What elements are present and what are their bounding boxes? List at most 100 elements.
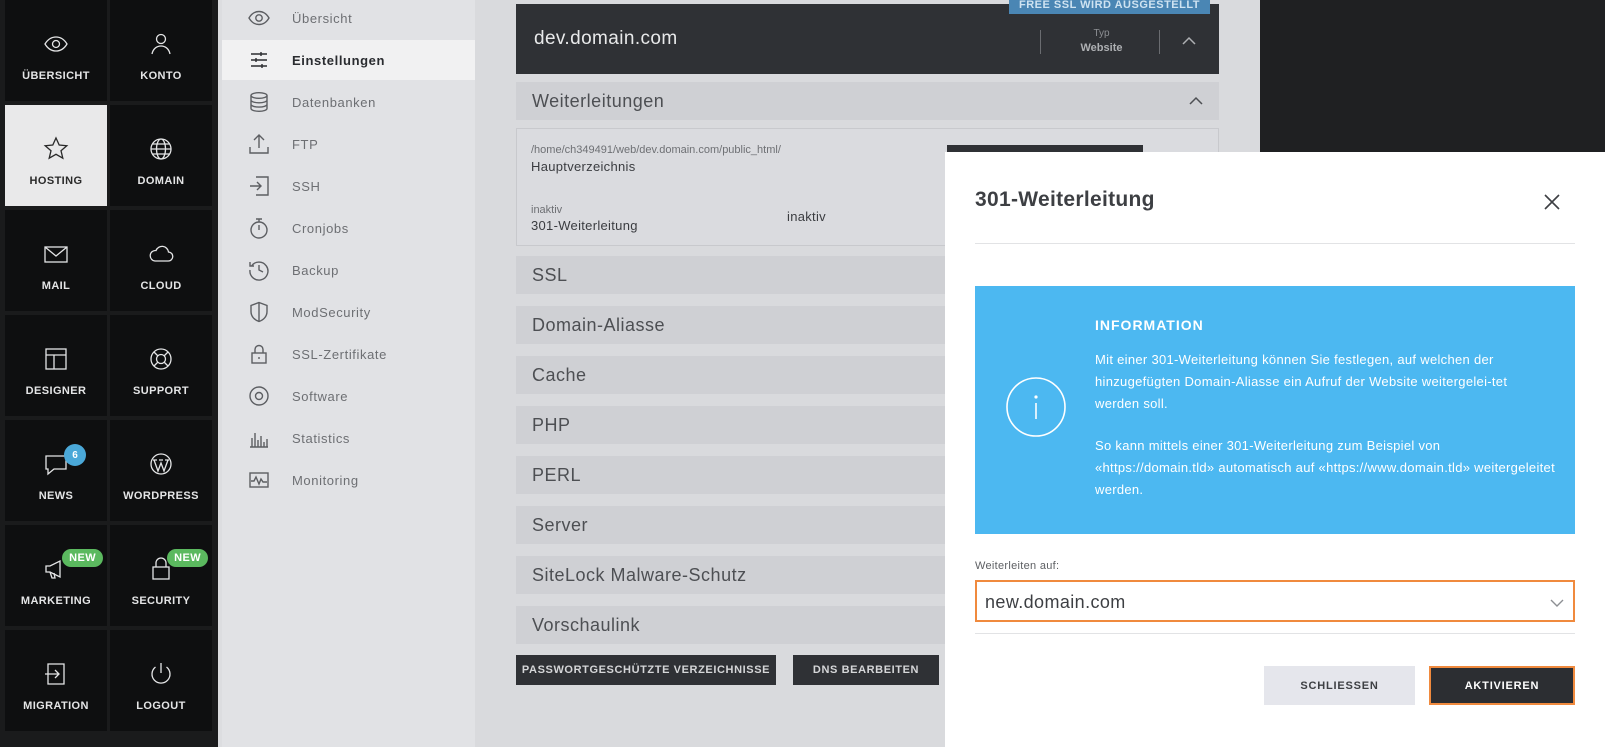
chevron-down-icon <box>1549 595 1565 611</box>
submenu-label: Cronjobs <box>292 220 349 236</box>
tile-label: SUPPORT <box>133 385 189 397</box>
submenu-item-datenbanken[interactable]: Datenbanken <box>222 82 475 122</box>
star-icon <box>42 135 70 163</box>
login-icon <box>248 175 270 197</box>
submenu-item-ftp[interactable]: FTP <box>222 124 475 164</box>
redirect-name: 301-Weiterleitung <box>531 218 638 233</box>
info-text-2: So kann mittels einer 301-Weiterleitung … <box>1095 438 1555 497</box>
section-title: Server <box>532 514 589 535</box>
tile-domain[interactable]: DOMAIN <box>110 105 212 206</box>
app-root: ÜBERSICHT KONTO HOSTING DOMAIN MAIL CLOU… <box>0 0 1605 747</box>
info-box: INFORMATION Mit einer 301-Weiterleitung … <box>975 286 1575 534</box>
tile-marketing[interactable]: MARKETING NEW <box>5 525 107 626</box>
redirect-modal: 301-Weiterleitung INFORMATION Mit einer … <box>945 152 1605 747</box>
new-badge: NEW <box>167 549 208 567</box>
submenu-item-software[interactable]: Software <box>222 376 475 416</box>
lifebuoy-icon <box>147 345 175 373</box>
section-title: Weiterleitungen <box>532 90 665 111</box>
submenu-label: ModSecurity <box>292 304 371 320</box>
certificate-lock-icon <box>248 343 270 365</box>
divider <box>1159 30 1160 54</box>
layout-icon <box>42 345 70 373</box>
domain-header: dev.domain.com Typ Website <box>516 4 1219 74</box>
submenu-item-monitoring[interactable]: Monitoring <box>222 460 475 500</box>
eye-icon <box>248 7 270 29</box>
redirect-status: inaktiv <box>787 209 826 224</box>
divider <box>1040 30 1041 54</box>
mail-icon <box>42 240 70 268</box>
submenu-item-ssh[interactable]: SSH <box>222 166 475 206</box>
tile-konto[interactable]: KONTO <box>110 0 212 101</box>
type-value: Website <box>1080 42 1123 54</box>
tile-mail[interactable]: MAIL <box>5 210 107 311</box>
tile-logout[interactable]: LOGOUT <box>110 630 212 731</box>
domain-name: dev.domain.com <box>534 28 678 49</box>
section-title: SiteLock Malware-Schutz <box>532 564 747 585</box>
tile-uebersicht[interactable]: ÜBERSICHT <box>5 0 107 101</box>
activate-button[interactable]: AKTIVIEREN <box>1429 666 1575 705</box>
submenu-item-cronjobs[interactable]: Cronjobs <box>222 208 475 248</box>
news-count-badge: 6 <box>64 444 86 466</box>
migration-icon <box>42 660 70 688</box>
dns-edit-button[interactable]: DNS BEARBEITEN <box>793 655 939 685</box>
tile-label: MARKETING <box>20 595 92 607</box>
close-icon[interactable] <box>1542 192 1562 212</box>
submenu-label: Einstellungen <box>292 52 386 68</box>
submenu-item-modsecurity[interactable]: ModSecurity <box>222 292 475 332</box>
submenu-label: Statistics <box>292 430 351 446</box>
chevron-up-icon <box>1187 92 1205 110</box>
tile-label: KONTO <box>140 70 182 82</box>
submenu-item-ssl-zertifikate[interactable]: SSL-Zertifikate <box>222 334 475 374</box>
tile-support[interactable]: SUPPORT <box>110 315 212 416</box>
bar-chart-icon <box>248 427 270 449</box>
protected-directories-button[interactable]: PASSWORTGESCHÜTZTE VERZEICHNISSE <box>516 655 776 685</box>
wordpress-icon <box>147 450 175 478</box>
section-title: Vorschaulink <box>532 614 641 635</box>
tile-security[interactable]: SECURITY NEW <box>110 525 212 626</box>
main-tile-nav: ÜBERSICHT KONTO HOSTING DOMAIN MAIL CLOU… <box>0 0 218 747</box>
submenu-item-backup[interactable]: Backup <box>222 250 475 290</box>
redirect-target-label: Weiterleiten auf: <box>975 560 1060 572</box>
redirect-main-label: Hauptverzeichnis <box>531 159 636 174</box>
stopwatch-icon <box>248 217 270 239</box>
tile-migration[interactable]: MIGRATION <box>5 630 107 731</box>
submenu-label: Übersicht <box>292 10 353 26</box>
modal-title: 301-Weiterleitung <box>975 188 1155 211</box>
eye-icon <box>42 30 70 58</box>
info-text-1: Mit einer 301-Weiterleitung können Sie f… <box>1095 352 1508 411</box>
info-icon <box>1005 376 1067 438</box>
redirect-target-select[interactable]: new.domain.com <box>975 580 1575 622</box>
section-title: Domain-Aliasse <box>532 314 666 335</box>
submenu-label: Datenbanken <box>292 94 376 110</box>
upload-icon <box>248 133 270 155</box>
type-label: Typ <box>1093 28 1110 39</box>
submenu-item-statistics[interactable]: Statistics <box>222 418 475 458</box>
hosting-submenu: Übersicht Einstellungen Datenbanken FTP … <box>222 0 475 747</box>
globe-icon <box>147 135 175 163</box>
power-icon <box>147 660 175 688</box>
tile-cloud[interactable]: CLOUD <box>110 210 212 311</box>
submenu-item-einstellungen[interactable]: Einstellungen <box>222 40 475 80</box>
tile-label: DOMAIN <box>137 175 185 187</box>
section-weiterleitungen[interactable]: Weiterleitungen <box>516 82 1219 120</box>
tile-label: HOSTING <box>29 175 83 187</box>
history-icon <box>248 259 270 281</box>
section-title: PHP <box>532 414 571 435</box>
tile-news[interactable]: NEWS 6 <box>5 420 107 521</box>
selected-value: new.domain.com <box>985 592 1126 612</box>
section-title: SSL <box>532 264 568 285</box>
submenu-item-uebersicht[interactable]: Übersicht <box>222 0 475 38</box>
tile-hosting[interactable]: HOSTING <box>5 105 107 206</box>
section-title: PERL <box>532 464 582 485</box>
tile-designer[interactable]: DESIGNER <box>5 315 107 416</box>
tile-label: MAIL <box>41 280 71 292</box>
tile-label: WORDPRESS <box>123 490 199 502</box>
user-icon <box>147 30 175 58</box>
tile-wordpress[interactable]: WORDPRESS <box>110 420 212 521</box>
tile-label: DESIGNER <box>25 385 87 397</box>
chevron-up-icon[interactable] <box>1180 32 1198 50</box>
close-button[interactable]: SCHLIESSEN <box>1264 666 1415 705</box>
shield-icon <box>248 301 270 323</box>
submenu-label: SSH <box>292 178 321 194</box>
new-badge: NEW <box>62 549 103 567</box>
